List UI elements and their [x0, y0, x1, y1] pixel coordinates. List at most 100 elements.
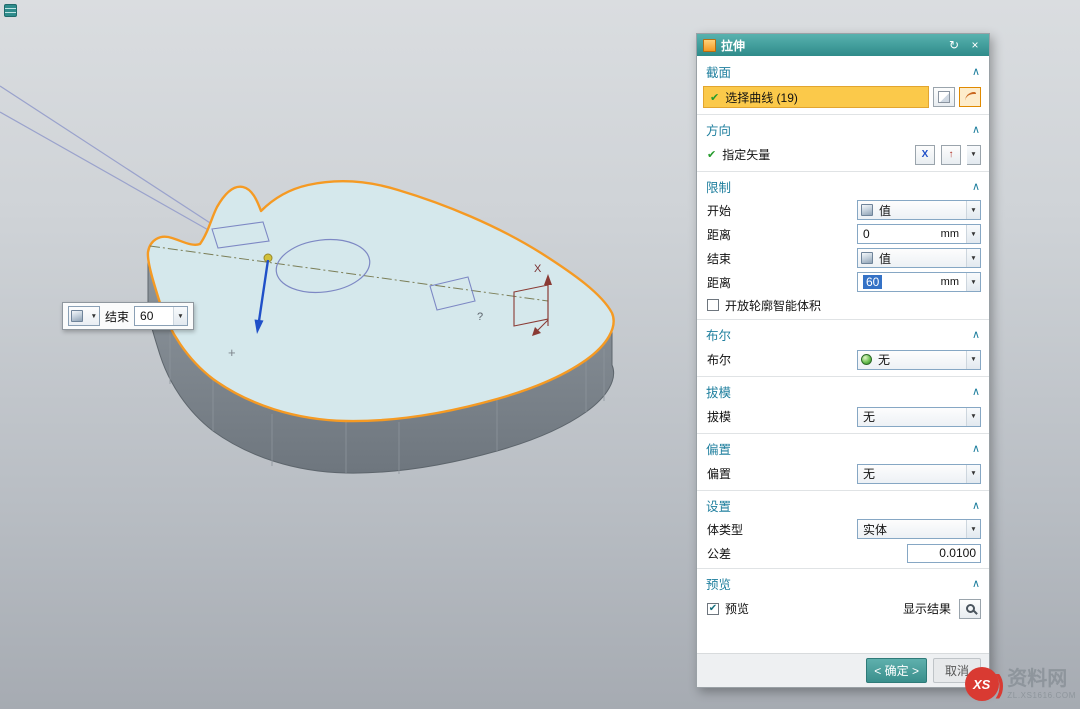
distance-label: 距离 — [707, 226, 851, 243]
boolean-combo[interactable]: 无 ▼ — [857, 350, 981, 370]
tolerance-value: 0.0100 — [939, 546, 976, 560]
curve-icon — [965, 92, 976, 103]
dialog-titlebar[interactable]: 拉伸 ↻ × — [697, 34, 989, 56]
section-header-label: 布尔 — [706, 325, 972, 344]
body-type-combo[interactable]: 实体 ▼ — [857, 519, 981, 539]
start-distance-row: 距离 0 mm ▼ — [697, 222, 989, 246]
collapse-icon[interactable]: ∧ — [972, 385, 980, 398]
offset-value: 无 — [861, 465, 962, 482]
end-distance-input[interactable]: 60 mm ▼ — [857, 272, 981, 292]
dialog-title: 拉伸 — [721, 37, 941, 54]
watermark-paren: ) — [996, 669, 1005, 700]
dialog-body: 截面 ∧ ✔ 选择曲线 (19) 方向 ∧ ✔ 指定矢量 X — [697, 56, 989, 687]
end-limit-combo[interactable]: 值 ▼ — [857, 248, 981, 268]
offset-row: 偏置 无 ▼ — [697, 460, 989, 487]
draft-row: 拔模 无 ▼ — [697, 403, 989, 430]
section-header-draft[interactable]: 拔模 ∧ — [697, 379, 989, 403]
end-limit-value: 值 — [877, 250, 962, 267]
tolerance-label: 公差 — [707, 545, 901, 562]
inferred-vector-button[interactable]: ↑ — [941, 145, 961, 165]
sketch-neck-lines[interactable] — [0, 86, 226, 240]
sketch-sheet-icon — [938, 91, 950, 103]
section-header-label: 方向 — [706, 120, 972, 139]
end-label: 结束 — [105, 308, 129, 325]
section-header-offset[interactable]: 偏置 ∧ — [697, 436, 989, 460]
start-distance-value[interactable]: 0 — [858, 227, 937, 241]
collapse-icon[interactable]: ∧ — [972, 577, 980, 590]
section-header-label: 截面 — [706, 62, 972, 81]
curve-rule-button[interactable] — [959, 87, 981, 107]
section-header-section[interactable]: 截面 ∧ — [697, 59, 989, 83]
chevron-down-icon[interactable]: ▼ — [966, 520, 980, 538]
section-header-label: 设置 — [706, 496, 972, 515]
body-type-value: 实体 — [861, 521, 962, 538]
end-label: 结束 — [707, 250, 851, 267]
vector-dialog-button[interactable]: X — [915, 145, 935, 165]
collapse-icon[interactable]: ∧ — [972, 442, 980, 455]
collapse-icon[interactable]: ∧ — [972, 328, 980, 341]
preview-checkbox[interactable]: ✔ — [707, 603, 719, 615]
ok-button[interactable]: < 确定 > — [866, 658, 927, 683]
watermark-logo: XS — [965, 667, 999, 701]
chevron-down-icon[interactable]: ▼ — [966, 225, 980, 243]
check-icon: ✔ — [707, 148, 716, 161]
section-header-limits[interactable]: 限制 ∧ — [697, 174, 989, 198]
divider — [697, 114, 989, 115]
end-distance-row: 距离 60 mm ▼ — [697, 270, 989, 294]
section-header-settings[interactable]: 设置 ∧ — [697, 493, 989, 517]
dialog-footer: < 确定 > 取消 — [697, 653, 989, 687]
open-profile-checkbox[interactable] — [707, 299, 719, 311]
close-button[interactable]: × — [967, 38, 983, 52]
collapse-icon[interactable]: ∧ — [972, 180, 980, 193]
sketch-section-button[interactable] — [933, 87, 955, 107]
vector-arrow-icon: ↑ — [949, 149, 954, 160]
end-distance-input[interactable]: 60 ▼ — [134, 306, 188, 326]
start-distance-input[interactable]: 0 mm ▼ — [857, 224, 981, 244]
select-curve-field[interactable]: ✔ 选择曲线 (19) — [703, 86, 929, 108]
section-header-label: 限制 — [706, 177, 972, 196]
chevron-down-icon[interactable]: ▼ — [966, 351, 980, 369]
chevron-down-icon[interactable]: ▼ — [966, 273, 980, 291]
value-option-icon — [861, 204, 873, 216]
preview-row: ✔ 预览 显示结果 — [697, 595, 989, 622]
distance-label: 距离 — [707, 274, 851, 291]
section-header-direction[interactable]: 方向 ∧ — [697, 117, 989, 141]
end-distance-value-selected[interactable]: 60 — [863, 275, 882, 289]
offset-combo[interactable]: 无 ▼ — [857, 464, 981, 484]
chevron-down-icon[interactable]: ▼ — [173, 307, 187, 325]
collapse-icon[interactable]: ∧ — [972, 499, 980, 512]
divider — [697, 568, 989, 569]
watermark-name: 资料网 — [1007, 669, 1076, 689]
limit-option-button[interactable]: ▼ — [68, 306, 100, 326]
section-header-boolean[interactable]: 布尔 ∧ — [697, 322, 989, 346]
draft-value: 无 — [861, 408, 962, 425]
chevron-down-icon[interactable]: ▼ — [966, 465, 980, 483]
open-profile-row: 开放轮廓智能体积 — [697, 294, 989, 316]
plus-marker: + — [228, 345, 236, 360]
start-limit-value: 值 — [877, 202, 962, 219]
divider — [697, 490, 989, 491]
reset-button[interactable]: ↻ — [946, 38, 962, 52]
body-type-row: 体类型 实体 ▼ — [697, 517, 989, 541]
collapse-icon[interactable]: ∧ — [972, 123, 980, 136]
boolean-label: 布尔 — [707, 351, 851, 368]
divider — [697, 319, 989, 320]
chevron-down-icon[interactable]: ▼ — [966, 408, 980, 426]
show-result-button[interactable] — [959, 599, 981, 619]
collapse-icon[interactable]: ∧ — [972, 65, 980, 78]
chevron-down-icon[interactable]: ▼ — [966, 201, 980, 219]
vector-dropdown-button[interactable]: ▼ — [967, 145, 981, 165]
chevron-down-icon[interactable]: ▼ — [966, 249, 980, 267]
tolerance-input[interactable]: 0.0100 — [907, 544, 981, 563]
unit-label: mm — [941, 228, 959, 240]
draft-combo[interactable]: 无 ▼ — [857, 407, 981, 427]
divider — [697, 376, 989, 377]
tolerance-row: 公差 0.0100 — [697, 541, 989, 565]
axis-x-label: X — [534, 263, 542, 275]
boolean-row: 布尔 无 ▼ — [697, 346, 989, 373]
end-distance-value[interactable]: 60 — [135, 309, 173, 323]
specify-vector-label: 指定矢量 — [722, 146, 909, 163]
start-limit-combo[interactable]: 值 ▼ — [857, 200, 981, 220]
section-header-label: 偏置 — [706, 439, 972, 458]
section-header-preview[interactable]: 预览 ∧ — [697, 571, 989, 595]
